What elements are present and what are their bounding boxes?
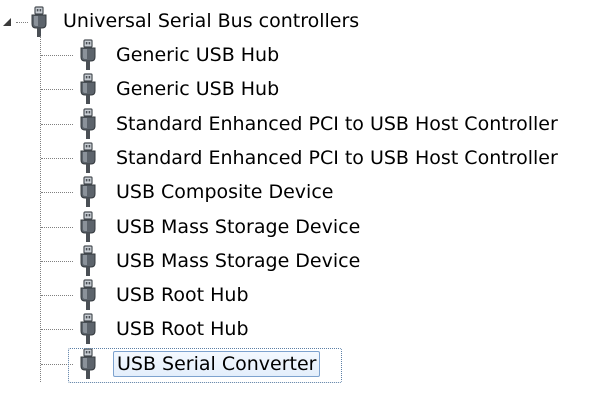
usb-connector-icon	[78, 107, 98, 140]
tree-node-device[interactable]: USB Root Hub	[0, 312, 609, 347]
tree-node-label[interactable]: USB Root Hub	[113, 318, 252, 340]
tree-node-label[interactable]: Standard Enhanced PCI to USB Host Contro…	[113, 147, 561, 169]
tree-node-label[interactable]: Universal Serial Bus controllers	[63, 10, 359, 32]
tree-connector-line	[16, 22, 28, 23]
tree-connector-line	[41, 295, 73, 297]
tree-node-label[interactable]: USB Mass Storage Device	[113, 216, 363, 238]
tree-node-label[interactable]: Generic USB Hub	[113, 44, 282, 66]
usb-connector-icon	[78, 142, 98, 174]
tree-node-label[interactable]: USB Composite Device	[113, 181, 336, 203]
tree-node-device[interactable]: Generic USB Hub	[0, 38, 609, 73]
tree-connector-line	[41, 363, 73, 365]
usb-connector-icon	[78, 245, 98, 277]
usb-connector-icon	[78, 73, 98, 105]
tree-node-device[interactable]: Standard Enhanced PCI to USB Host Contro…	[0, 107, 609, 142]
tree-connector-line	[41, 192, 73, 194]
tree-node-device[interactable]: USB Serial Converter	[0, 347, 609, 383]
tree-node-device[interactable]: USB Mass Storage Device	[0, 210, 609, 245]
usb-connector-icon	[78, 210, 98, 243]
tree-node-device[interactable]: USB Composite Device	[0, 175, 609, 210]
usb-connector-icon	[78, 39, 98, 71]
tree-node-label[interactable]: USB Mass Storage Device	[113, 250, 363, 272]
tree-connector-line	[41, 89, 73, 91]
tree-node-device[interactable]: Generic USB Hub	[0, 72, 609, 107]
tree-node-usb-controllers[interactable]: Universal Serial Bus controllers	[0, 4, 609, 38]
tree-node-device[interactable]: USB Root Hub	[0, 278, 609, 313]
usb-connector-icon	[78, 279, 98, 311]
tree-connector-line	[41, 55, 73, 56]
tree-node-label[interactable]: USB Serial Converter	[113, 350, 321, 377]
usb-connector-icon	[78, 176, 98, 208]
tree-node-device[interactable]: USB Mass Storage Device	[0, 244, 609, 279]
tree-node-label[interactable]: Generic USB Hub	[113, 78, 282, 100]
expand-collapse-triangle-icon[interactable]	[3, 18, 11, 26]
tree-connector-line	[41, 157, 73, 159]
tree-connector-line	[41, 260, 73, 262]
tree-connector-line	[41, 226, 73, 228]
tree-node-label[interactable]: USB Root Hub	[113, 284, 252, 306]
usb-connector-icon	[78, 313, 98, 345]
tree-connector-line	[41, 123, 73, 125]
usb-connector-icon	[78, 348, 98, 380]
tree-connector-line	[41, 329, 73, 331]
tree-node-device[interactable]: Standard Enhanced PCI to USB Host Contro…	[0, 141, 609, 176]
usb-connector-icon	[29, 6, 49, 38]
tree-node-label[interactable]: Standard Enhanced PCI to USB Host Contro…	[113, 113, 561, 135]
